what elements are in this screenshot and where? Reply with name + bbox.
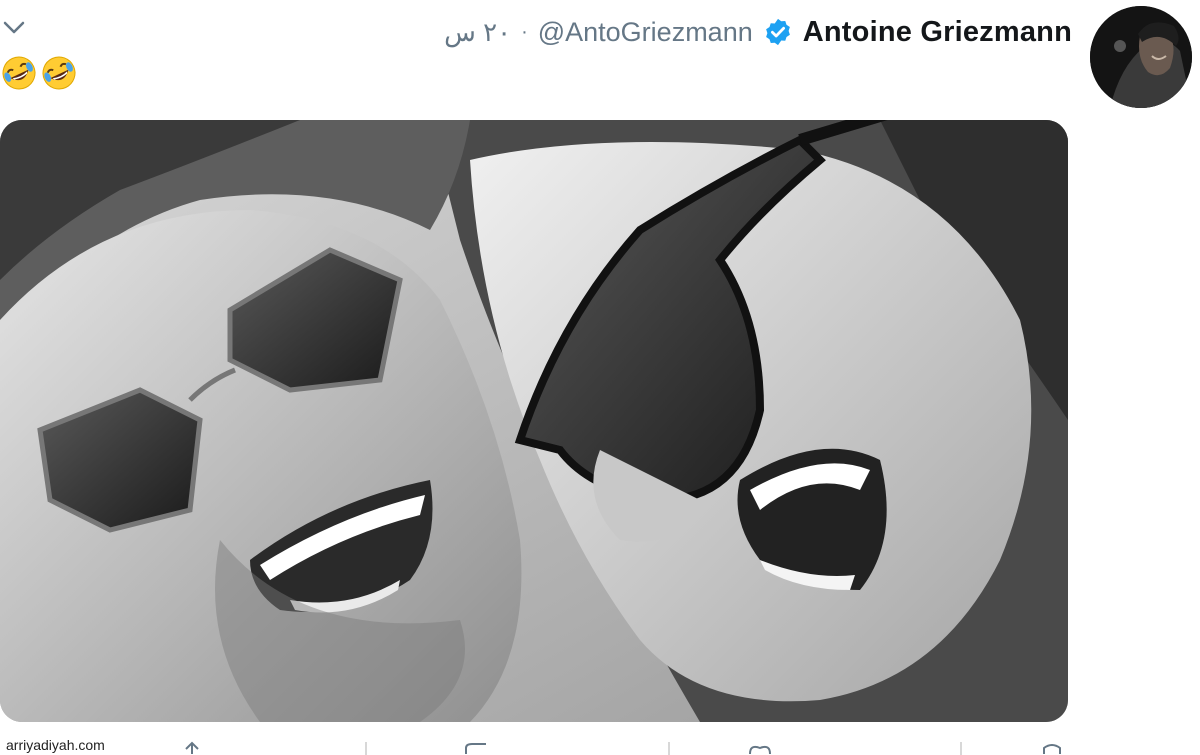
tweet-header: Antoine Griezmann @AntoGriezmann · ٢٠ س bbox=[444, 10, 1072, 54]
like-icon[interactable] bbox=[746, 740, 774, 755]
rolling-on-floor-laughing-emoji-icon bbox=[40, 54, 78, 92]
tweet-card[interactable]: Antoine Griezmann @AntoGriezmann · ٢٠ س bbox=[0, 0, 1200, 755]
author-name[interactable]: Antoine Griezmann bbox=[803, 16, 1072, 49]
header-separator: · bbox=[521, 20, 528, 43]
tweet-actions bbox=[0, 740, 1068, 755]
source-watermark: arriyadiyah.com bbox=[4, 737, 107, 753]
verified-badge-icon bbox=[763, 17, 793, 47]
photo-illustration bbox=[0, 120, 1068, 722]
retweet-icon[interactable] bbox=[462, 740, 490, 755]
author-avatar[interactable] bbox=[1090, 6, 1192, 108]
reply-icon[interactable] bbox=[180, 740, 204, 755]
author-handle[interactable]: @AntoGriezmann bbox=[538, 17, 753, 48]
action-divider bbox=[365, 742, 367, 755]
avatar-image bbox=[1090, 6, 1192, 108]
action-divider bbox=[960, 742, 962, 755]
tweet-timestamp[interactable]: ٢٠ س bbox=[444, 17, 511, 48]
action-divider bbox=[668, 742, 670, 755]
tweet-photo[interactable] bbox=[0, 120, 1068, 722]
tweet-text bbox=[0, 54, 78, 98]
chevron-down-icon[interactable] bbox=[2, 18, 26, 38]
share-icon[interactable] bbox=[1040, 740, 1064, 755]
rolling-on-floor-laughing-emoji-icon bbox=[0, 54, 38, 92]
